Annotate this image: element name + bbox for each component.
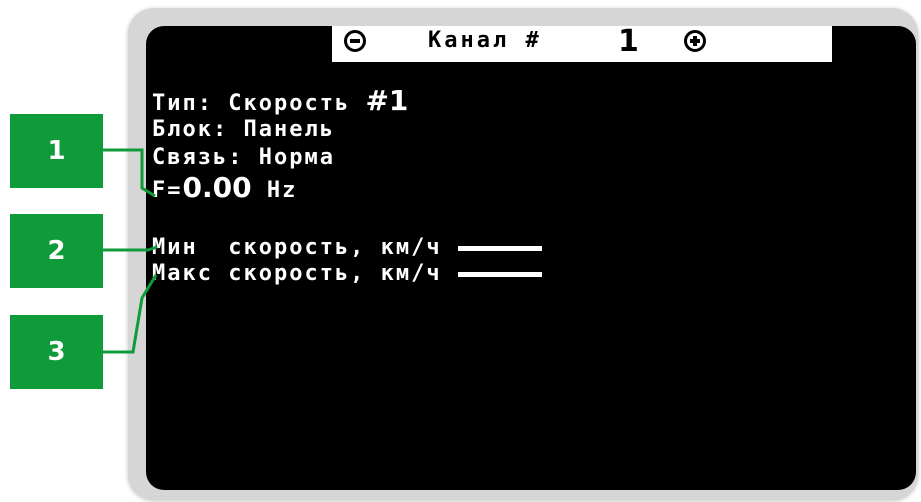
callout-2-leader (103, 245, 158, 252)
callout-1: 1 (10, 114, 103, 188)
callout-3: 3 (10, 315, 103, 389)
callout-leaders (103, 148, 158, 354)
callout-1-leader (103, 148, 156, 198)
callout-2: 2 (10, 214, 103, 288)
callout-3-leader (103, 274, 158, 354)
